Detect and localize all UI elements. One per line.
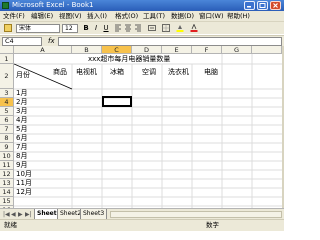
row-header-3[interactable]: 3: [0, 89, 14, 98]
month-cell[interactable]: 3月: [16, 107, 27, 116]
header-fridge[interactable]: 冰箱: [110, 68, 124, 77]
column-header-d[interactable]: D: [132, 46, 162, 54]
active-cell-c4[interactable]: [102, 96, 132, 107]
first-sheet-icon[interactable]: |◀: [3, 210, 10, 219]
row-header-15[interactable]: 15: [0, 197, 14, 206]
column-header-h[interactable]: [252, 46, 282, 54]
format-toolbar: 宋体 12 B I U: [0, 22, 284, 34]
menu-edit[interactable]: 编辑(E): [31, 11, 53, 21]
month-cell[interactable]: 12月: [16, 188, 32, 197]
row-header-13[interactable]: 13: [0, 179, 14, 188]
align-right-icon[interactable]: [134, 24, 142, 32]
row-header-14[interactable]: 14: [0, 188, 14, 197]
close-icon: [273, 3, 278, 8]
row-header-8[interactable]: 8: [0, 134, 14, 143]
font-size-select[interactable]: 12: [62, 24, 78, 33]
row-header-7[interactable]: 7: [0, 125, 14, 134]
excel-window: Microsoft Excel - Book1 文件(F) 编辑(E) 视图(V…: [0, 0, 284, 231]
align-center-icon[interactable]: [124, 24, 132, 32]
window-title: Microsoft Excel - Book1: [12, 1, 94, 9]
fill-color-icon[interactable]: [176, 24, 184, 32]
column-header-a[interactable]: A: [14, 46, 72, 54]
borders-icon[interactable]: [162, 24, 170, 32]
menu-bar: 文件(F) 编辑(E) 视图(V) 插入(I) 格式(O) 工具(T) 数据(D…: [0, 11, 284, 22]
header-tv[interactable]: 电视机: [76, 68, 97, 77]
maximize-icon: [259, 3, 266, 8]
last-sheet-icon[interactable]: ▶|: [25, 210, 32, 219]
menu-file[interactable]: 文件(F): [3, 11, 25, 21]
select-all-corner[interactable]: [0, 46, 14, 54]
cell-gridlines: [14, 54, 282, 208]
status-num-mode: 数字: [206, 221, 219, 229]
row-header-4[interactable]: 4: [0, 98, 14, 107]
row-header-5[interactable]: 5: [0, 107, 14, 116]
month-cell[interactable]: 10月: [16, 170, 32, 179]
month-cell[interactable]: 2月: [16, 98, 27, 107]
month-cell[interactable]: 8月: [16, 152, 27, 161]
font-color-icon[interactable]: [190, 24, 198, 32]
row-header-12[interactable]: 12: [0, 170, 14, 179]
menu-view[interactable]: 视图(V): [59, 11, 82, 21]
menu-data[interactable]: 数据(D): [171, 11, 194, 21]
prev-sheet-icon[interactable]: ◀: [11, 210, 16, 219]
month-cell[interactable]: 5月: [16, 125, 27, 134]
column-header-c[interactable]: C: [102, 46, 132, 54]
menu-help[interactable]: 帮助(H): [227, 11, 250, 21]
row-header-6[interactable]: 6: [0, 116, 14, 125]
column-header-g[interactable]: G: [222, 46, 252, 54]
status-ready: 就绪: [4, 221, 17, 229]
month-cell[interactable]: 4月: [16, 116, 27, 125]
sheet-title-cell[interactable]: xxx超市每月电器销量数量: [88, 55, 170, 64]
menu-tools[interactable]: 工具(T): [143, 11, 165, 21]
excel-icon: [2, 2, 9, 9]
row-header-11[interactable]: 11: [0, 161, 14, 170]
menu-insert[interactable]: 插入(I): [87, 11, 107, 21]
formula-input[interactable]: [58, 37, 282, 46]
month-cell[interactable]: 11月: [16, 179, 32, 188]
header-ac[interactable]: 空调: [142, 68, 156, 77]
italic-button[interactable]: I: [92, 24, 100, 32]
align-left-icon[interactable]: [114, 24, 122, 32]
vertical-scrollbar[interactable]: [282, 46, 284, 208]
toolbar-grip-icon: [4, 24, 12, 32]
minimize-icon: [247, 6, 251, 8]
row-header-1[interactable]: 1: [0, 54, 14, 64]
next-sheet-icon[interactable]: ▶: [18, 210, 23, 219]
column-header-e[interactable]: E: [162, 46, 192, 54]
row-header-2[interactable]: 2: [0, 64, 14, 89]
worksheet-grid[interactable]: A B C D E F G 1 2 3 4 5 6 7 8 9 10 11 12…: [0, 46, 282, 208]
column-header-f[interactable]: F: [192, 46, 222, 54]
header-month[interactable]: 月份: [16, 71, 30, 80]
horizontal-scrollbar[interactable]: [110, 211, 282, 218]
minimize-button[interactable]: [244, 1, 255, 10]
status-bar: 就绪 数字: [0, 219, 284, 231]
menu-window[interactable]: 窗口(W): [199, 11, 224, 21]
row-header-10[interactable]: 10: [0, 152, 14, 161]
month-cell[interactable]: 7月: [16, 143, 27, 152]
bold-button[interactable]: B: [82, 24, 90, 32]
month-cell[interactable]: 1月: [16, 89, 27, 98]
title-bar: Microsoft Excel - Book1: [0, 0, 284, 11]
name-box[interactable]: C4: [2, 37, 42, 46]
header-computer[interactable]: 电脑: [204, 68, 218, 77]
month-cell[interactable]: 9月: [16, 161, 27, 170]
header-product[interactable]: 商品: [53, 68, 67, 77]
menu-format[interactable]: 格式(O): [115, 11, 138, 21]
font-name-select[interactable]: 宋体: [16, 24, 60, 33]
header-washer[interactable]: 洗衣机: [168, 68, 189, 77]
row-header-9[interactable]: 9: [0, 143, 14, 152]
underline-button[interactable]: U: [102, 24, 110, 32]
maximize-button[interactable]: [257, 1, 268, 10]
month-cell[interactable]: 6月: [16, 134, 27, 143]
column-header-b[interactable]: B: [72, 46, 102, 54]
close-button[interactable]: [270, 1, 281, 10]
merge-center-icon[interactable]: [148, 24, 156, 32]
